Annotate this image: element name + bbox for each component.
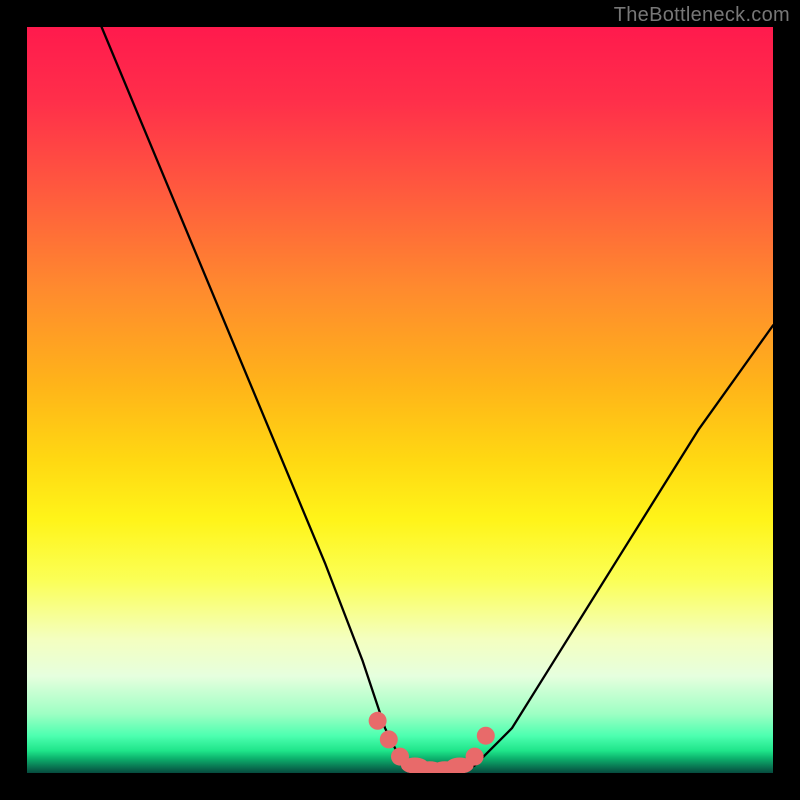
highlight-point	[369, 712, 387, 730]
highlight-point	[466, 748, 484, 766]
bottleneck-curve-path	[102, 27, 773, 773]
watermark-text: TheBottleneck.com	[614, 4, 790, 27]
gradient-plot-area	[27, 27, 773, 773]
curve-layer	[27, 27, 773, 773]
highlighted-point-group	[369, 712, 495, 773]
chart-frame: TheBottleneck.com	[0, 0, 800, 800]
highlight-point	[380, 730, 398, 748]
highlight-point	[477, 727, 495, 745]
